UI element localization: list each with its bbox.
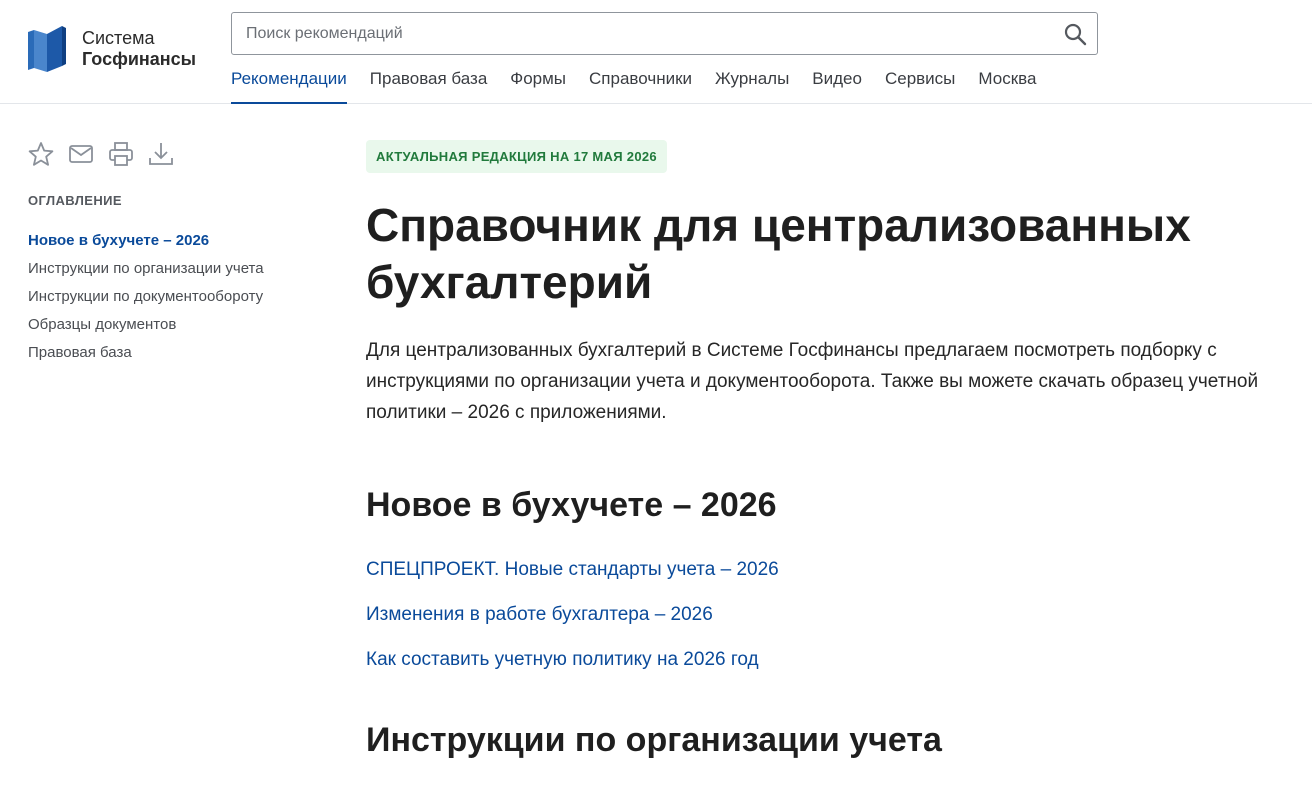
edition-badge: АКТУАЛЬНАЯ РЕДАКЦИЯ НА 17 МАЯ 2026: [366, 140, 667, 173]
logo[interactable]: Система Госфинансы: [28, 22, 196, 78]
article-link[interactable]: СПЕЦПРОЕКТ. Новые стандарты учета – 2026: [366, 547, 1296, 592]
main-nav: Рекомендации Правовая база Формы Справоч…: [231, 58, 1059, 104]
logo-line2: Госфинансы: [82, 49, 197, 69]
main-content: АКТУАЛЬНАЯ РЕДАКЦИЯ НА 17 МАЯ 2026 Справ…: [366, 140, 1296, 760]
search-box: [231, 12, 1098, 55]
print-button[interactable]: [108, 141, 134, 167]
section-heading-organization: Инструкции по организации учета: [366, 721, 942, 759]
article-link[interactable]: Изменения в работе бухгалтера – 2026: [366, 592, 1296, 637]
book-logo-icon: [28, 26, 66, 72]
intro-paragraph: Для централизованных бухгалтерий в Систе…: [366, 340, 1259, 423]
document-toolbar: [28, 138, 328, 170]
sidebar: ОГЛАВЛЕНИЕ Новое в бухучете – 2026 Инстр…: [28, 138, 328, 370]
page-title: Справочник для централизованных бухгалте…: [366, 199, 1191, 308]
article-link[interactable]: Как составить учетную политику на 2026 г…: [366, 637, 1296, 682]
logo-text: Система Госфинансы: [82, 28, 196, 70]
toc-item-legal-base[interactable]: Правовая база: [28, 336, 328, 370]
site-header: Система Госфинансы Рекомендации Правовая…: [0, 0, 1312, 104]
download-button[interactable]: [148, 141, 174, 167]
print-icon: [109, 142, 133, 166]
nav-item-forms[interactable]: Формы: [510, 58, 566, 104]
nav-item-region[interactable]: Москва: [978, 58, 1036, 104]
star-icon: [28, 142, 54, 166]
search-icon[interactable]: [1063, 22, 1087, 46]
favorite-button[interactable]: [28, 141, 54, 167]
nav-item-reference[interactable]: Справочники: [589, 58, 692, 104]
search-input[interactable]: [232, 13, 1032, 54]
nav-item-video[interactable]: Видео: [812, 58, 862, 104]
nav-item-legal-base[interactable]: Правовая база: [370, 58, 488, 104]
section-heading-new-2026: Новое в бухучете – 2026: [366, 486, 777, 524]
email-button[interactable]: [68, 141, 94, 167]
logo-line1: Система: [82, 28, 155, 48]
toc-list: Новое в бухучете – 2026 Инструкции по ор…: [28, 224, 328, 370]
toc-title: ОГЛАВЛЕНИЕ: [28, 193, 122, 208]
mail-icon: [69, 145, 93, 163]
section-links: СПЕЦПРОЕКТ. Новые стандарты учета – 2026…: [366, 547, 1296, 682]
download-icon: [149, 143, 173, 165]
nav-item-journals[interactable]: Журналы: [715, 58, 789, 104]
nav-item-recommendations[interactable]: Рекомендации: [231, 58, 347, 104]
nav-item-services[interactable]: Сервисы: [885, 58, 955, 104]
